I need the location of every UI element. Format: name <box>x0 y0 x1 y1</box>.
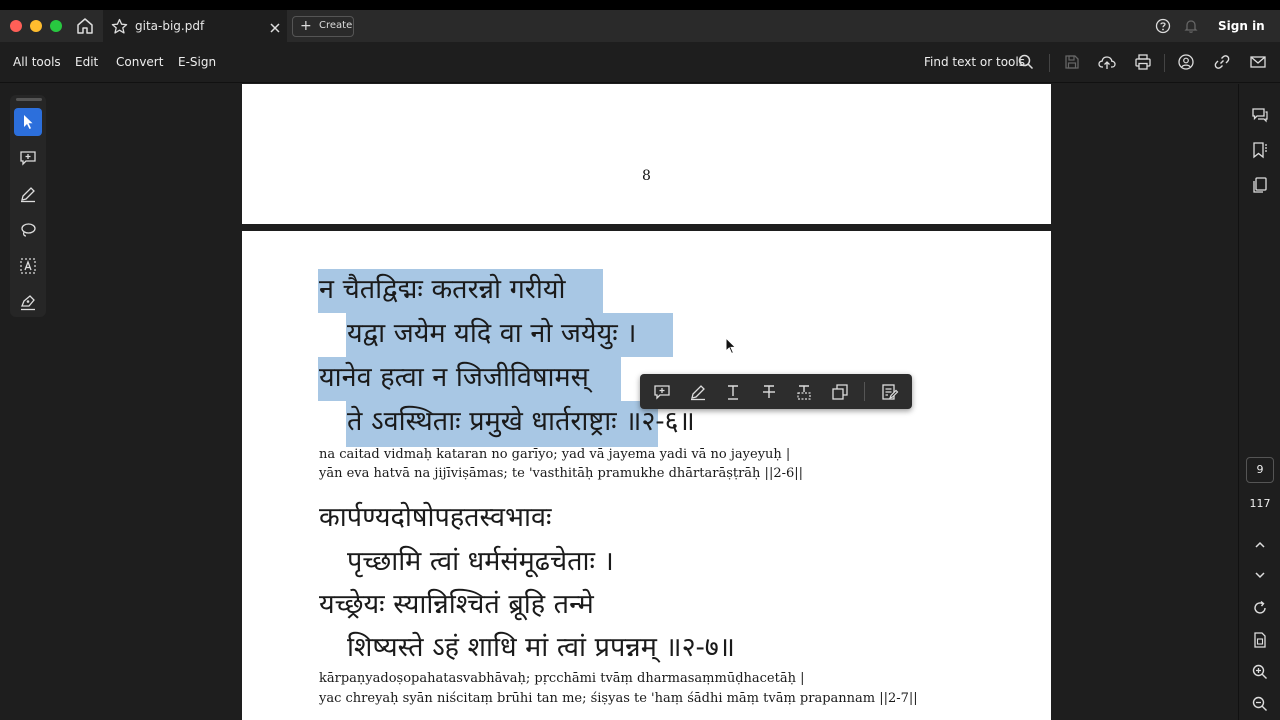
comment-plus-icon <box>20 151 36 166</box>
close-tab-icon[interactable] <box>269 19 281 33</box>
chevron-down-icon[interactable] <box>1251 566 1269 584</box>
pen-icon <box>21 187 35 203</box>
verse-6-transliteration-2: yān eva hatvā na jijīviṣāmas; te 'vasthi… <box>319 466 804 481</box>
page-number: 8 <box>642 168 651 184</box>
zoom-in-icon[interactable] <box>1251 663 1269 681</box>
create-label: Create <box>319 20 353 31</box>
plus-icon: + <box>300 18 312 34</box>
replace-text-icon[interactable] <box>795 383 813 401</box>
menu-convert[interactable]: Convert <box>116 55 163 69</box>
add-comment-tool-button[interactable] <box>14 144 42 172</box>
document-tab[interactable]: gita-big.pdf <box>103 10 287 42</box>
home-icon[interactable] <box>74 16 96 36</box>
toolbar-divider <box>1049 54 1050 72</box>
zoom-out-icon[interactable] <box>1251 695 1269 713</box>
print-icon[interactable] <box>1134 53 1152 71</box>
notification-bell-icon[interactable] <box>1183 18 1199 34</box>
verse-7-line-3: यच्छ्रेयः स्यान्निश्चितं ब्रूहि तन्मे <box>319 589 594 620</box>
bookmarks-panel-icon[interactable] <box>1251 141 1269 159</box>
verse-7-line-4: शिष्यस्ते ऽहं शाधि मां त्वां प्रपन्नम् ॥… <box>347 632 735 663</box>
sign-tool-button[interactable] <box>14 288 42 316</box>
lasso-icon <box>21 223 36 237</box>
sign-in-button[interactable]: Sign in <box>1218 19 1265 33</box>
minimize-window-button[interactable] <box>30 20 42 32</box>
pdf-page-9: न चैतद्विद्मः कतरन्नो गरीयो यद्वा जयेम य… <box>242 231 1051 720</box>
verse-7-line-1: कार्पण्यदोषोपहतस्वभावः <box>319 502 552 533</box>
strikethrough-text-icon[interactable] <box>760 383 778 401</box>
selection-context-toolbar <box>640 374 912 409</box>
mouse-pointer-icon <box>725 336 737 355</box>
copy-icon[interactable] <box>831 383 849 401</box>
current-page-input[interactable]: 9 <box>1246 457 1274 483</box>
star-icon[interactable] <box>111 18 128 35</box>
text-box-tool-button[interactable] <box>14 252 42 280</box>
verse-6-line-2: यद्वा जयेम यदि वा नो जयेयुः । <box>347 318 637 349</box>
maximize-window-button[interactable] <box>50 20 62 32</box>
verse-7-line-2: पृच्छामि त्वां धर्मसंमूढचेताः । <box>347 546 614 577</box>
add-comment-icon[interactable] <box>653 383 671 401</box>
menu-e-sign[interactable]: E-Sign <box>178 55 216 69</box>
pages-panel-icon[interactable] <box>1251 176 1269 194</box>
search-icon[interactable] <box>1017 53 1035 71</box>
cursor-arrow-icon <box>24 115 33 129</box>
fit-page-icon[interactable] <box>1251 631 1269 649</box>
rail-grip[interactable] <box>16 98 42 101</box>
verse-7-transliteration-2: yac chreyaḥ syān niścitaṃ brūhi tan me; … <box>319 691 918 706</box>
verse-6-line-4: ते ऽवस्थिताः प्रमुखे धार्तराष्ट्राः ॥२-६… <box>347 406 695 437</box>
share-user-icon[interactable] <box>1177 53 1195 71</box>
tool-rail <box>10 95 46 317</box>
menu-edit[interactable]: Edit <box>75 55 98 69</box>
verse-6-transliteration-1: na caitad vidmaḥ kataran no garīyo; yad … <box>319 447 791 462</box>
menu-all-tools[interactable]: All tools <box>13 55 61 69</box>
draw-tool-button[interactable] <box>14 216 42 244</box>
toolbar-divider <box>1164 54 1165 72</box>
edit-text-icon[interactable] <box>881 383 899 401</box>
select-tool-button[interactable] <box>14 108 42 136</box>
right-panel-rail: 9 117 <box>1238 84 1280 720</box>
total-pages: 117 <box>1249 497 1271 510</box>
link-icon[interactable] <box>1213 53 1231 71</box>
help-icon[interactable] <box>1155 18 1171 34</box>
verse-7-transliteration-1: kārpaṇyadoṣopahatasvabhāvaḥ; pṛcchāmi tv… <box>319 671 805 686</box>
highlight-text-icon[interactable] <box>689 383 707 401</box>
tab-title: gita-big.pdf <box>135 19 205 33</box>
pdf-page-8: 8 <box>242 84 1051 224</box>
chevron-up-icon[interactable] <box>1251 536 1269 554</box>
pen-nib-icon <box>21 295 35 311</box>
close-window-button[interactable] <box>10 20 22 32</box>
title-bar: gita-big.pdf + Create Sign in <box>0 10 1280 42</box>
save-icon[interactable] <box>1063 53 1081 71</box>
toolbar-divider <box>864 382 865 401</box>
underline-text-icon[interactable] <box>724 383 742 401</box>
create-button[interactable]: + Create <box>292 16 354 37</box>
menu-bar: All tools Edit Convert E-Sign Find text … <box>0 42 1280 83</box>
text-frame-icon <box>20 258 36 274</box>
verse-6-line-3: यानेव हत्वा न जिजीविषामस् <box>319 362 589 393</box>
highlight-tool-button[interactable] <box>14 180 42 208</box>
upload-cloud-icon[interactable] <box>1098 53 1116 71</box>
email-icon[interactable] <box>1249 53 1267 71</box>
app-window: gita-big.pdf + Create Sign in All tools … <box>0 10 1280 720</box>
rotate-icon[interactable] <box>1251 599 1269 617</box>
comments-panel-icon[interactable] <box>1251 106 1269 124</box>
find-text-or-tools[interactable]: Find text or tools <box>924 55 1025 69</box>
verse-6-line-1: न चैतद्विद्मः कतरन्नो गरीयो <box>319 274 566 305</box>
